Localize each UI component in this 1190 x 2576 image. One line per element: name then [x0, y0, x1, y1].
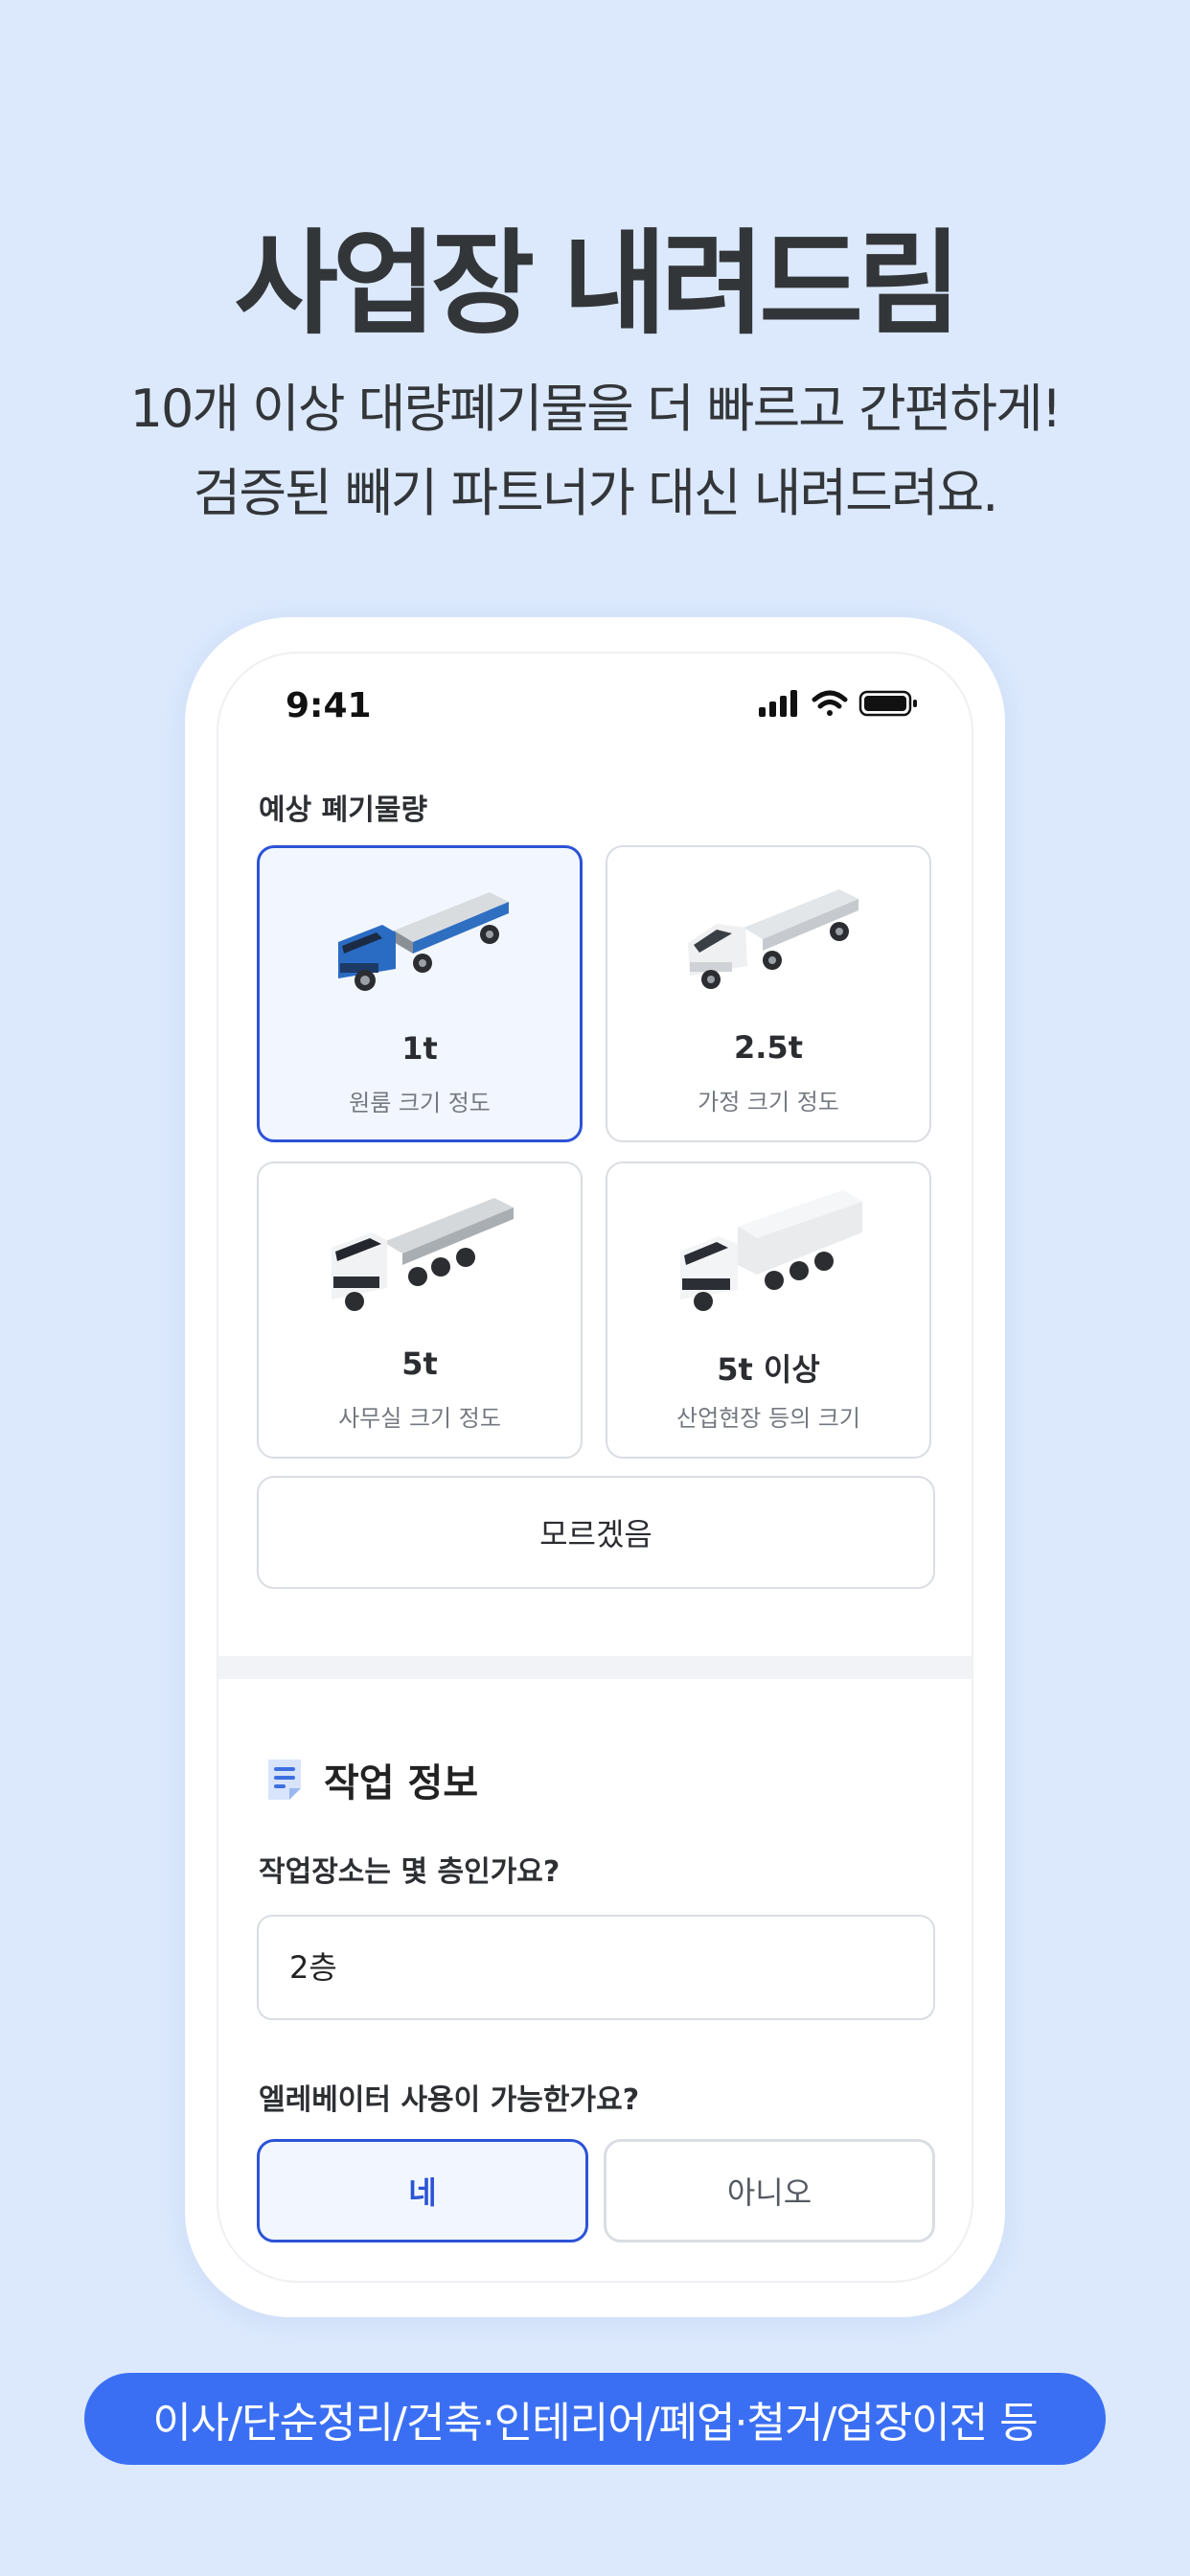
wifi-icon: [812, 690, 848, 716]
option-subtitle: 사무실 크기 정도: [338, 1405, 501, 1432]
floor-input[interactable]: 2층: [257, 1915, 935, 2020]
option-5t-card[interactable]: 5t 사무실 크기 정도: [257, 1162, 583, 1459]
option-subtitle: 가정 크기 정도: [698, 1089, 839, 1116]
phone-screen: 9:41 예상 폐기물량 1t 원룸 크기 정도 2.5t 가정 크기 정도 5…: [217, 652, 973, 2283]
option-subtitle: 산업현장 등의 크기: [676, 1405, 860, 1432]
option-1t-card[interactable]: 1t 원룸 크기 정도: [257, 845, 583, 1142]
document-icon: [268, 1760, 301, 1800]
service-tags-pill: 이사/단순정리/건축·인테리어/폐업·철거/업장이전 등: [84, 2373, 1106, 2465]
hero-subtitle-line1: 10개 이상 대량폐기물을 더 빠르고 간편하게!: [129, 379, 1063, 439]
floor-question: 작업장소는 몇 층인가요?: [259, 1855, 561, 1889]
elevator-question: 엘레베이터 사용이 가능한가요?: [259, 2083, 640, 2117]
option-subtitle: 원룸 크기 정도: [349, 1090, 491, 1116]
status-time: 9:41: [286, 686, 372, 725]
elevator-yes-button[interactable]: 네: [257, 2139, 588, 2242]
unknown-button[interactable]: 모르겠음: [257, 1476, 935, 1589]
hero-subtitle-line2: 검증된 빼기 파트너가 대신 내려드려요.: [193, 463, 999, 523]
option-title: 2.5t: [734, 1029, 803, 1066]
truck-1t-icon: [338, 892, 509, 991]
battery-icon: [858, 690, 917, 717]
truck-2-5t-icon: [688, 889, 858, 989]
section-divider: [218, 1656, 972, 1679]
work-info-header: 작업 정보: [264, 1752, 478, 1807]
option-title: 5t: [401, 1346, 438, 1382]
signal-icon: [759, 690, 797, 717]
status-icons: [759, 690, 917, 717]
waste-amount-label: 예상 폐기물량: [259, 794, 428, 827]
hero-title: 사업장 내려드림: [234, 218, 961, 350]
work-info-title: 작업 정보: [324, 1761, 479, 1806]
truck-5t-icon: [332, 1198, 514, 1311]
option-5t-plus-card[interactable]: 5t 이상 산업현장 등의 크기: [606, 1162, 931, 1459]
option-title: 5t 이상: [717, 1351, 820, 1388]
option-2-5t-card[interactable]: 2.5t 가정 크기 정도: [606, 845, 931, 1142]
dump-truck-icon: [680, 1190, 862, 1311]
elevator-no-button[interactable]: 아니오: [604, 2139, 935, 2242]
option-title: 1t: [401, 1030, 438, 1067]
